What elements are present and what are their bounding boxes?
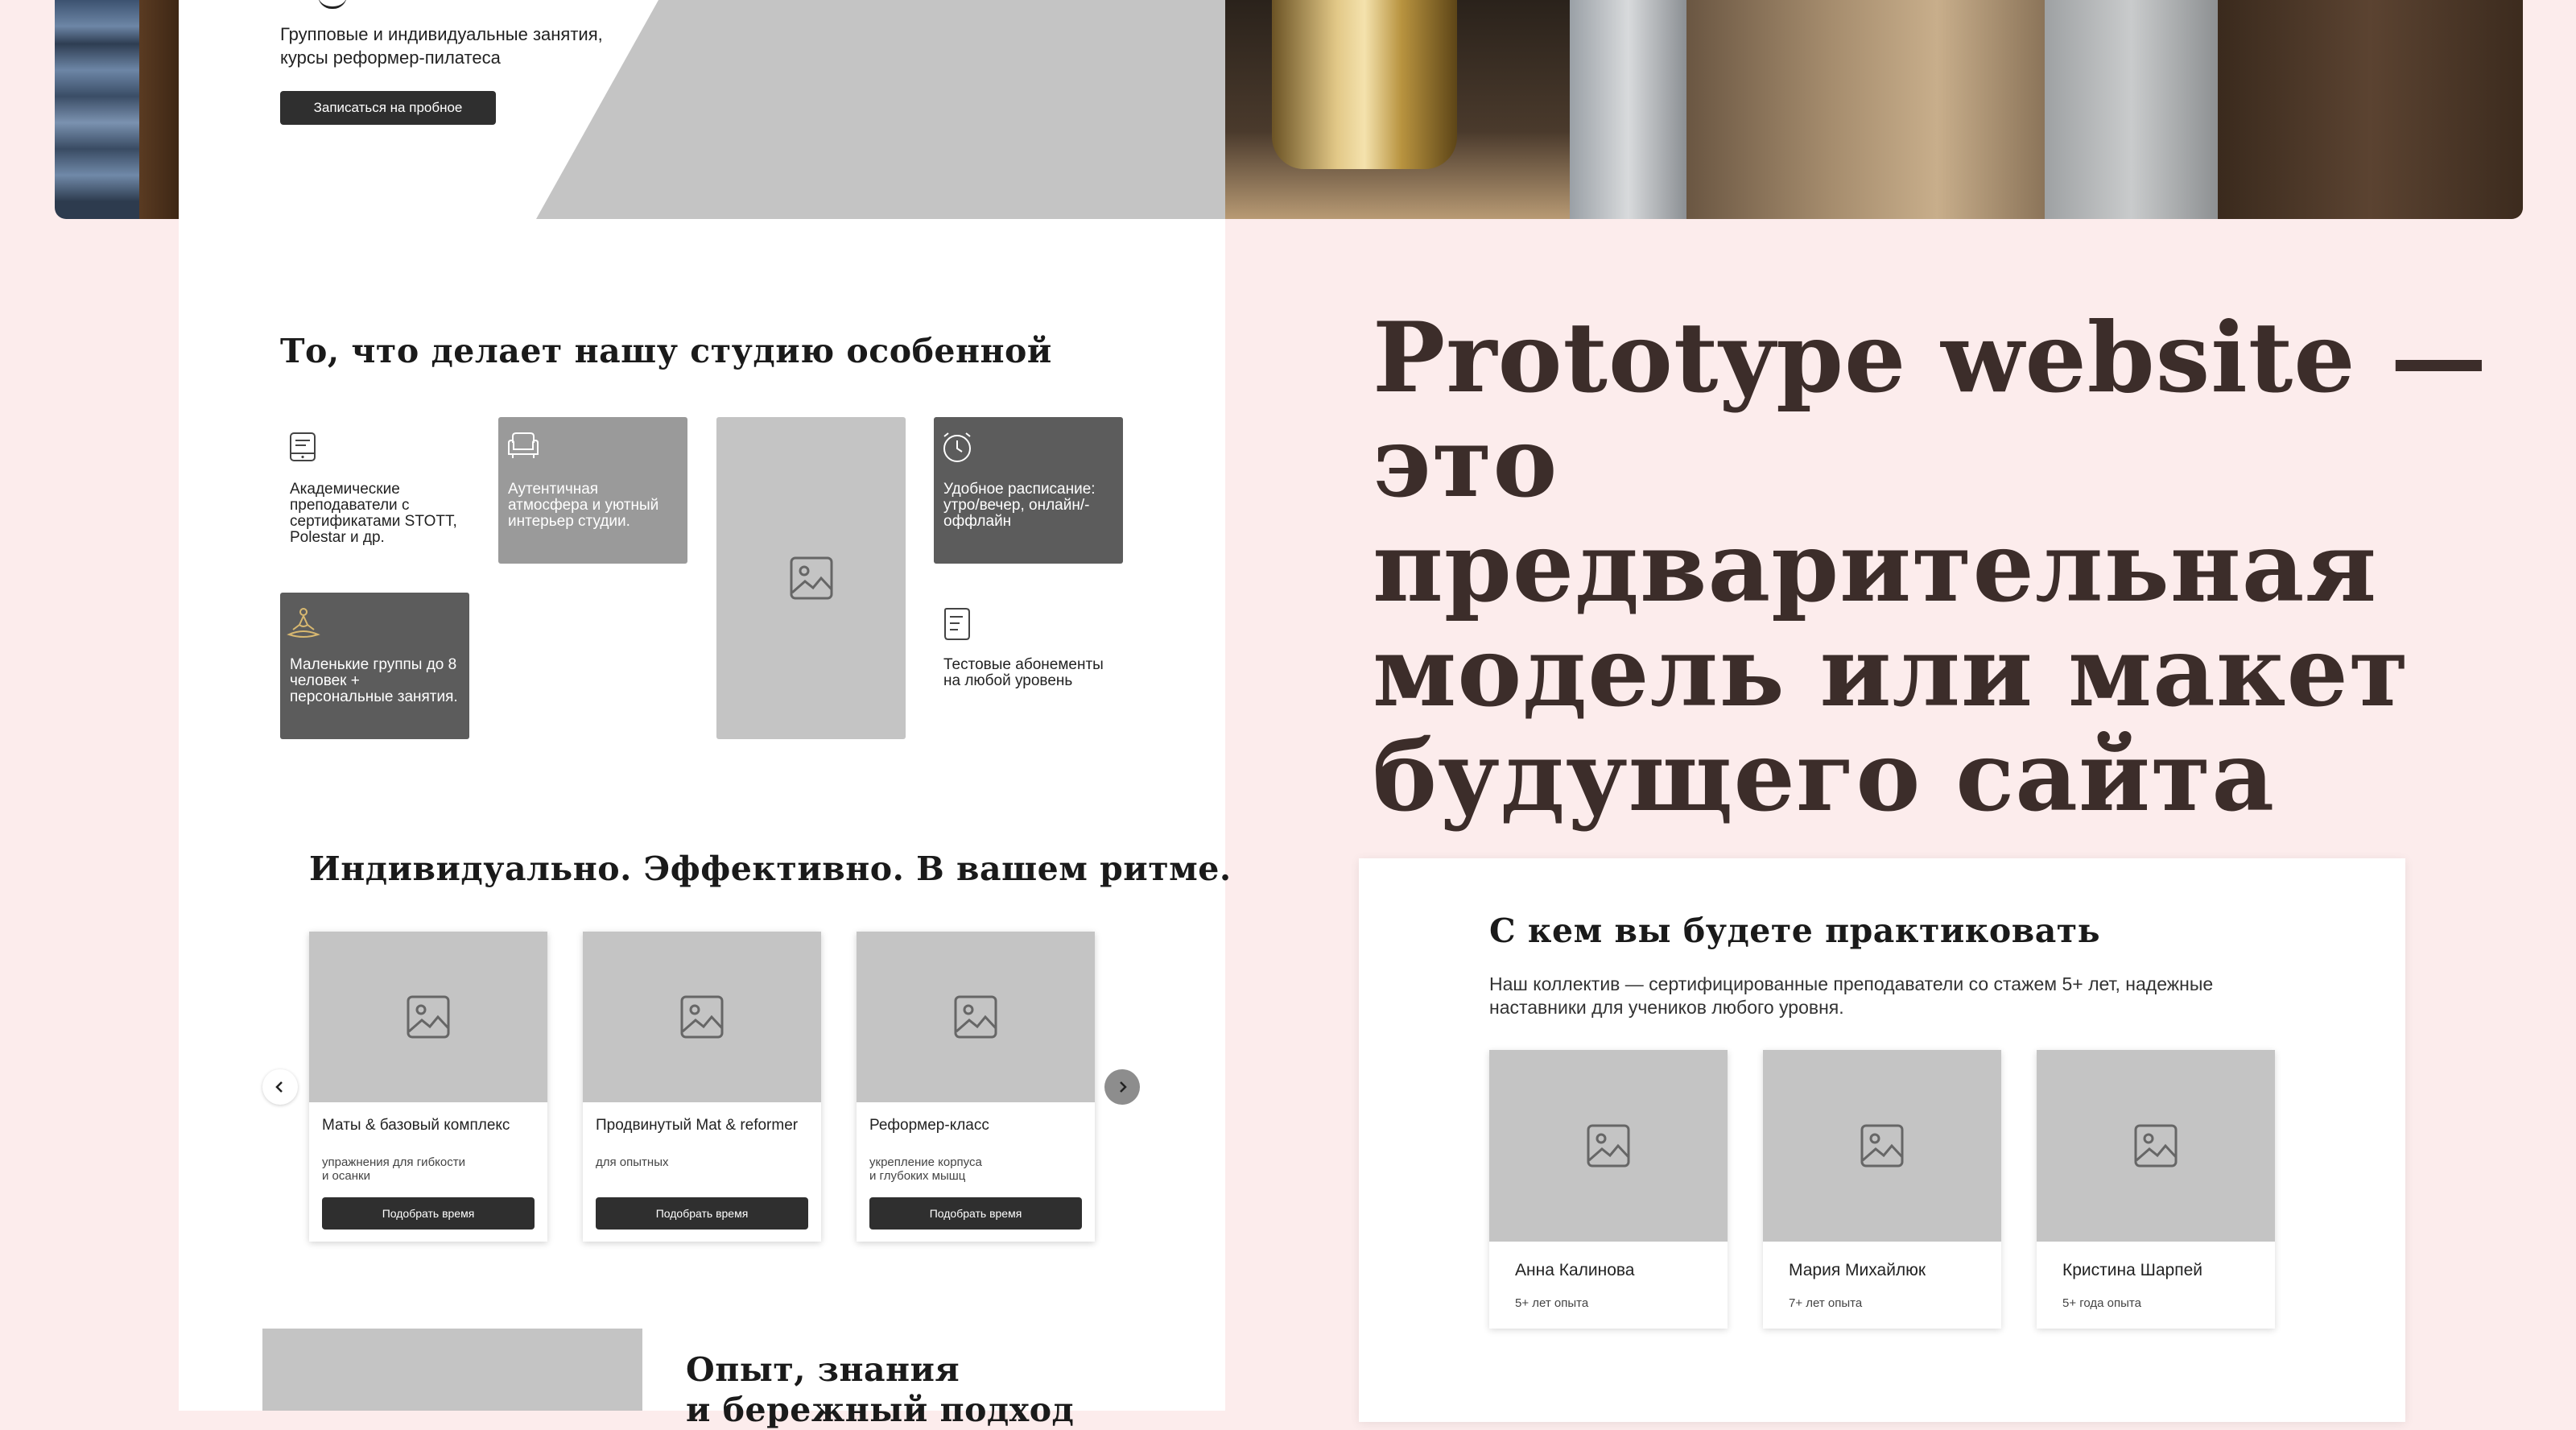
team-member-experience: 7+ лет опыта (1789, 1296, 1863, 1310)
feature-teachers: Академические преподаватели с сертификат… (280, 417, 469, 564)
experience-image-placeholder (262, 1329, 642, 1411)
prototype-heading-line: это предварительная (1373, 406, 2378, 624)
hero-subtitle: Групповые и индивидуальные занятия, курс… (280, 23, 603, 69)
chevron-left-icon (275, 1081, 283, 1093)
team-member-photo (2037, 1050, 2275, 1242)
program-description: упражнения для гибкости и осанки (322, 1155, 465, 1183)
image-placeholder-icon (407, 995, 450, 1039)
feature-text: Удобное расписание: утро/вечер, онлайн/-… (943, 481, 1096, 530)
prototype-heading-line: Prototype website — (1373, 301, 2488, 415)
program-desc-line: упражнения для гибкости (322, 1155, 465, 1169)
team-member-photo (1489, 1050, 1728, 1242)
clock-icon (943, 432, 971, 462)
feature-text: Академические преподаватели с сертификат… (290, 481, 457, 546)
program-desc-line: и осанки (322, 1169, 370, 1183)
program-card[interactable]: Продвинутый Mat & reformer для опытных П… (583, 932, 821, 1242)
meditation-icon (287, 608, 320, 638)
team-member-experience: 5+ года опыта (2062, 1296, 2141, 1310)
team-description: Наш коллектив — сертифицированные препод… (1489, 973, 2213, 1019)
program-title: Маты & базовый комплекс (322, 1117, 510, 1134)
team-member-experience: 5+ лет опыта (1515, 1296, 1589, 1310)
experience-heading: Опыт, знания и бережный подход (686, 1349, 1074, 1430)
image-placeholder-icon (1587, 1124, 1630, 1168)
team-member-name: Кристина Шарпей (2062, 1261, 2202, 1279)
experience-heading-line: Опыт, знания (686, 1350, 960, 1389)
hero-photo-right (1224, 0, 2523, 219)
team-member-card[interactable]: Мария Михайлюк 7+ лет опыта (1763, 1050, 2001, 1329)
hero-photo-left (55, 0, 184, 219)
feature-test-passes: Тестовые абонементы на любой уровень (934, 593, 1123, 739)
feature-text: Аутентичная атмосфера и уютный интерьер … (508, 481, 659, 530)
team-panel: С кем вы будете практиковать Наш коллект… (1359, 858, 2405, 1422)
carousel-next-button[interactable] (1104, 1069, 1140, 1105)
team-desc-line: Наш коллектив — сертифицированные препод… (1489, 973, 2214, 994)
pick-time-button[interactable]: Подобрать время (596, 1197, 808, 1230)
program-desc-line: и глубоких мышц (869, 1169, 966, 1183)
experience-heading-line: и бережный подход (686, 1391, 1075, 1429)
program-card[interactable]: Маты & базовый комплекс упражнения для г… (309, 932, 547, 1242)
program-title: Продвинутый Mat & reformer (596, 1117, 799, 1134)
programs-heading: Индивидуально. Эффективно. В вашем ритме… (309, 849, 1232, 888)
trial-signup-button[interactable]: Записаться на пробное (280, 91, 496, 125)
team-heading: С кем вы будете практиковать (1489, 911, 2101, 950)
feature-small-groups: Маленькие группы до 8 человек + персонал… (280, 593, 469, 739)
program-description: для опытных (596, 1155, 668, 1169)
team-member-card[interactable]: Кристина Шарпей 5+ года опыта (2037, 1050, 2275, 1329)
feature-text: Маленькие группы до 8 человек + персонал… (290, 656, 458, 705)
hero-subtitle-line1: Групповые и индивидуальные занятия, (280, 24, 603, 44)
team-member-name: Анна Калинова (1515, 1261, 1635, 1279)
team-desc-line: наставники для учеников любого уровня. (1489, 997, 1844, 1018)
image-placeholder-icon (680, 995, 724, 1039)
team-member-photo (1763, 1050, 2001, 1242)
chevron-right-icon (1120, 1081, 1127, 1093)
image-placeholder-icon (1860, 1124, 1904, 1168)
feature-atmosphere: Аутентичная атмосфера и уютный интерьер … (498, 417, 687, 564)
program-image (857, 932, 1095, 1102)
pick-time-button[interactable]: Подобрать время (322, 1197, 535, 1230)
program-image (309, 932, 547, 1102)
hero-grey-shape (536, 0, 1225, 219)
team-member-name: Мария Михайлюк (1789, 1261, 1926, 1279)
prototype-heading: Prototype website — это предварительная … (1373, 306, 2548, 829)
armchair-icon (508, 432, 539, 458)
hero-subtitle-line2: курсы реформер-пилатеса (280, 48, 501, 68)
pick-time-button[interactable]: Подобрать время (869, 1197, 1082, 1230)
tablet-icon (290, 432, 316, 461)
program-desc-line: укрепление корпуса (869, 1155, 982, 1169)
feature-text: Тестовые абонементы на любой уровень (943, 656, 1104, 689)
program-card[interactable]: Реформер-класс укрепление корпуса и глуб… (857, 932, 1095, 1242)
program-image (583, 932, 821, 1102)
feature-image-placeholder (716, 417, 906, 739)
team-member-card[interactable]: Анна Калинова 5+ лет опыта (1489, 1050, 1728, 1329)
carousel-prev-button[interactable] (262, 1069, 298, 1105)
features-heading: То, что делает нашу студию особенной (280, 332, 1052, 370)
program-description: укрепление корпуса и глубоких мышц (869, 1155, 982, 1183)
image-placeholder-icon (2134, 1124, 2178, 1168)
image-placeholder-icon (790, 556, 832, 600)
feature-schedule: Удобное расписание: утро/вечер, онлайн/-… (934, 417, 1123, 564)
image-placeholder-icon (954, 995, 997, 1039)
program-desc-line: для опытных (596, 1155, 669, 1169)
prototype-heading-line: модель или макет (1373, 615, 2410, 729)
program-title: Реформер-класс (869, 1117, 989, 1134)
prototype-heading-line: будущего сайта (1373, 720, 2276, 833)
receipt-icon (944, 608, 970, 640)
